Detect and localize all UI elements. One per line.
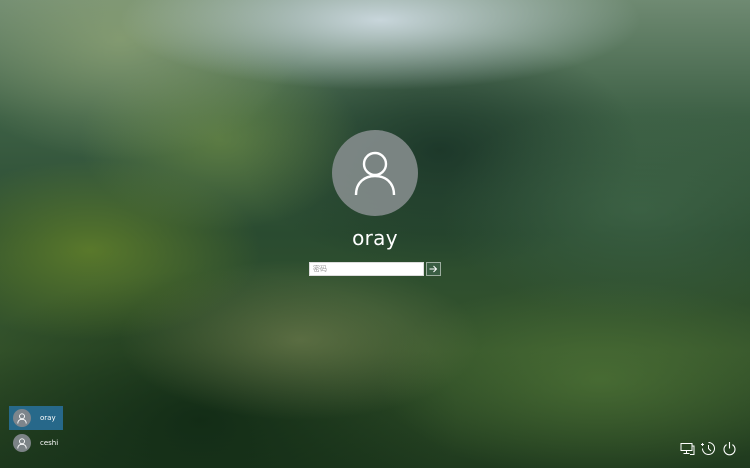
user-name: ceshi [40,439,59,447]
username-label: oray [352,226,398,250]
accessibility-button[interactable] [701,441,716,456]
power-icon [723,442,736,456]
submit-button[interactable] [426,262,441,276]
user-item-ceshi[interactable]: ceshi [9,431,63,455]
user-silhouette-icon [17,437,27,449]
user-name: oray [40,414,56,422]
arrow-right-icon [429,265,438,273]
login-panel: oray [0,130,750,250]
user-item-oray[interactable]: oray [9,406,63,430]
user-silhouette-icon [17,412,27,424]
user-avatar [332,130,418,216]
user-avatar-small [13,434,31,452]
user-silhouette-icon [354,151,396,196]
password-row [309,262,441,276]
ease-of-access-icon [701,442,715,455]
network-icon [680,442,695,455]
user-avatar-small [13,409,31,427]
password-field[interactable] [309,262,424,276]
lock-screen: oray oray ceshi [0,0,750,468]
system-tray [680,441,737,456]
network-button[interactable] [680,441,695,456]
power-button[interactable] [722,441,737,456]
user-switcher: oray ceshi [9,406,63,456]
